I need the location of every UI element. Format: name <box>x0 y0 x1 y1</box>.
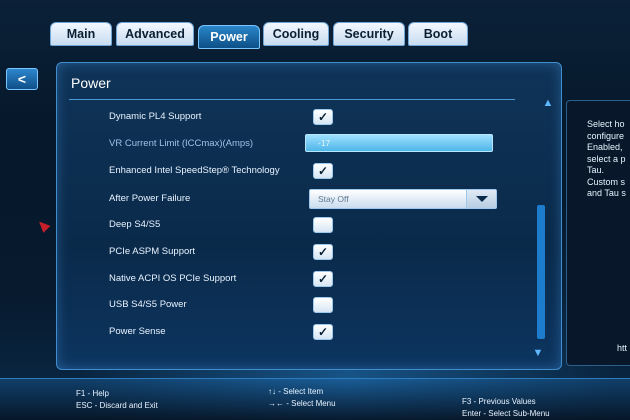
deep-s4s5-checkbox[interactable] <box>313 217 333 233</box>
hint-f1: F1 - Help <box>76 389 109 398</box>
tab-advanced[interactable]: Advanced <box>116 22 194 46</box>
setting-label: PCIe ASPM Support <box>109 246 196 257</box>
help-text: Select ho configure Enabled, select a p … <box>587 119 630 200</box>
setting-label: Enhanced Intel SpeedStep® Technology <box>109 165 280 176</box>
footer-bar: F1 - Help ESC - Discard and Exit ↑↓ - Se… <box>0 378 630 420</box>
usb-s4s5-power-checkbox[interactable] <box>313 297 333 313</box>
tab-power[interactable]: Power <box>198 25 260 49</box>
help-line: and Tau s <box>587 188 626 198</box>
select-value: Stay Off <box>318 194 349 204</box>
setting-row-vr-current-limit: VR Current Limit (ICCmax)(Amps) -17 <box>109 134 509 156</box>
help-line: select a p <box>587 153 626 164</box>
setting-row-deep-s4s5: Deep S4/S5 <box>109 215 509 237</box>
help-panel: Select ho configure Enabled, select a p … <box>566 100 630 366</box>
help-line: configure <box>587 130 625 141</box>
dynamic-pl4-checkbox[interactable]: ✓ <box>313 109 333 125</box>
scroll-up-icon[interactable]: ▲ <box>541 97 555 109</box>
scroll-down-icon[interactable]: ▼ <box>531 347 545 359</box>
native-acpi-checkbox[interactable]: ✓ <box>313 271 333 287</box>
help-line: Custom s <box>587 176 626 187</box>
tab-security[interactable]: Security <box>333 22 405 46</box>
help-line: Enabled, <box>587 142 623 152</box>
setting-row-power-sense: Power Sense ✓ <box>109 322 509 344</box>
back-button[interactable]: < <box>6 68 38 90</box>
setting-label: VR Current Limit (ICCmax)(Amps) <box>109 138 254 149</box>
tab-boot[interactable]: Boot <box>408 22 468 46</box>
setting-row-after-power-failure: After Power Failure Stay Off <box>109 189 509 211</box>
hint-enter: Enter - Select Sub-Menu <box>462 409 550 418</box>
power-sense-checkbox[interactable]: ✓ <box>313 324 333 340</box>
vr-current-limit-field[interactable]: -17 <box>305 134 493 152</box>
tab-bar: Main Advanced Power Cooling Security Boo… <box>50 22 470 49</box>
pcie-aspm-checkbox[interactable]: ✓ <box>313 244 333 260</box>
setting-label: Deep S4/S5 <box>109 219 161 230</box>
setting-row-speedstep: Enhanced Intel SpeedStep® Technology ✓ <box>109 161 509 183</box>
tab-main[interactable]: Main <box>50 22 112 46</box>
hint-select-item: ↑↓ - Select Item <box>268 387 324 396</box>
power-settings-panel: Power ▲ Dynamic PL4 Support ✓ VR Current… <box>56 62 562 370</box>
hint-f3: F3 - Previous Values <box>462 397 536 406</box>
after-power-failure-select[interactable]: Stay Off <box>309 189 497 209</box>
speedstep-checkbox[interactable]: ✓ <box>313 163 333 179</box>
setting-label: USB S4/S5 Power <box>109 299 187 310</box>
setting-row-native-acpi: Native ACPI OS PCIe Support ✓ <box>109 269 509 291</box>
setting-label: After Power Failure <box>109 193 191 204</box>
page-title: Power <box>71 75 111 91</box>
help-line: Tau. <box>587 165 605 175</box>
hint-select-menu: →← - Select Menu <box>268 399 336 408</box>
setting-label: Native ACPI OS PCIe Support <box>109 273 237 284</box>
setting-label: Power Sense <box>109 326 166 337</box>
chevron-down-icon[interactable] <box>466 190 496 208</box>
tab-cooling[interactable]: Cooling <box>263 22 329 46</box>
title-divider <box>69 99 515 100</box>
hint-esc: ESC - Discard and Exit <box>76 401 158 410</box>
setting-row-usb-s4s5-power: USB S4/S5 Power <box>109 295 509 317</box>
setting-label: Dynamic PL4 Support <box>109 111 202 122</box>
setting-row-dynamic-pl4: Dynamic PL4 Support ✓ <box>109 107 509 129</box>
scrollbar[interactable] <box>537 205 545 339</box>
help-link-text: htt <box>617 343 628 353</box>
setting-row-pcie-aspm: PCIe ASPM Support ✓ <box>109 242 509 264</box>
help-line: Select ho <box>587 119 625 129</box>
